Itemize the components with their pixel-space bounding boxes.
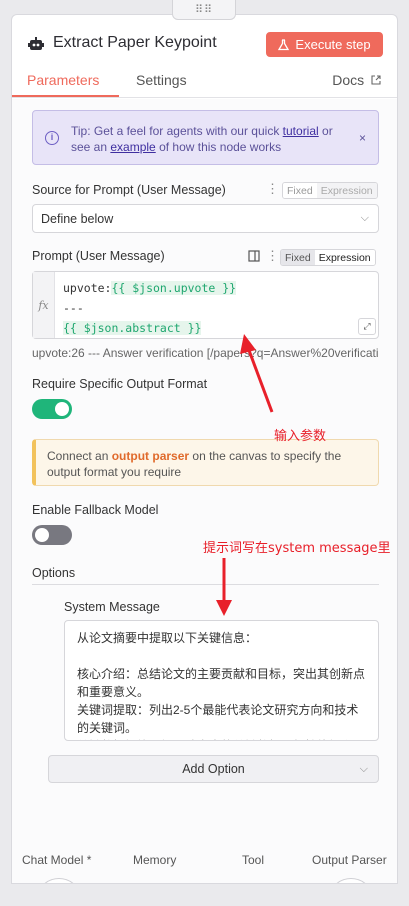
annotation-arrows — [216, 334, 274, 616]
drag-handle[interactable]: ⠿⠿ — [172, 0, 236, 20]
annotation-system-prompt-note: 提示词写在system message里 — [203, 541, 391, 556]
annotation-input-params: 输入参数 — [274, 429, 327, 444]
arrow-to-prompt — [240, 334, 274, 413]
arrow-to-system-message — [216, 558, 232, 616]
